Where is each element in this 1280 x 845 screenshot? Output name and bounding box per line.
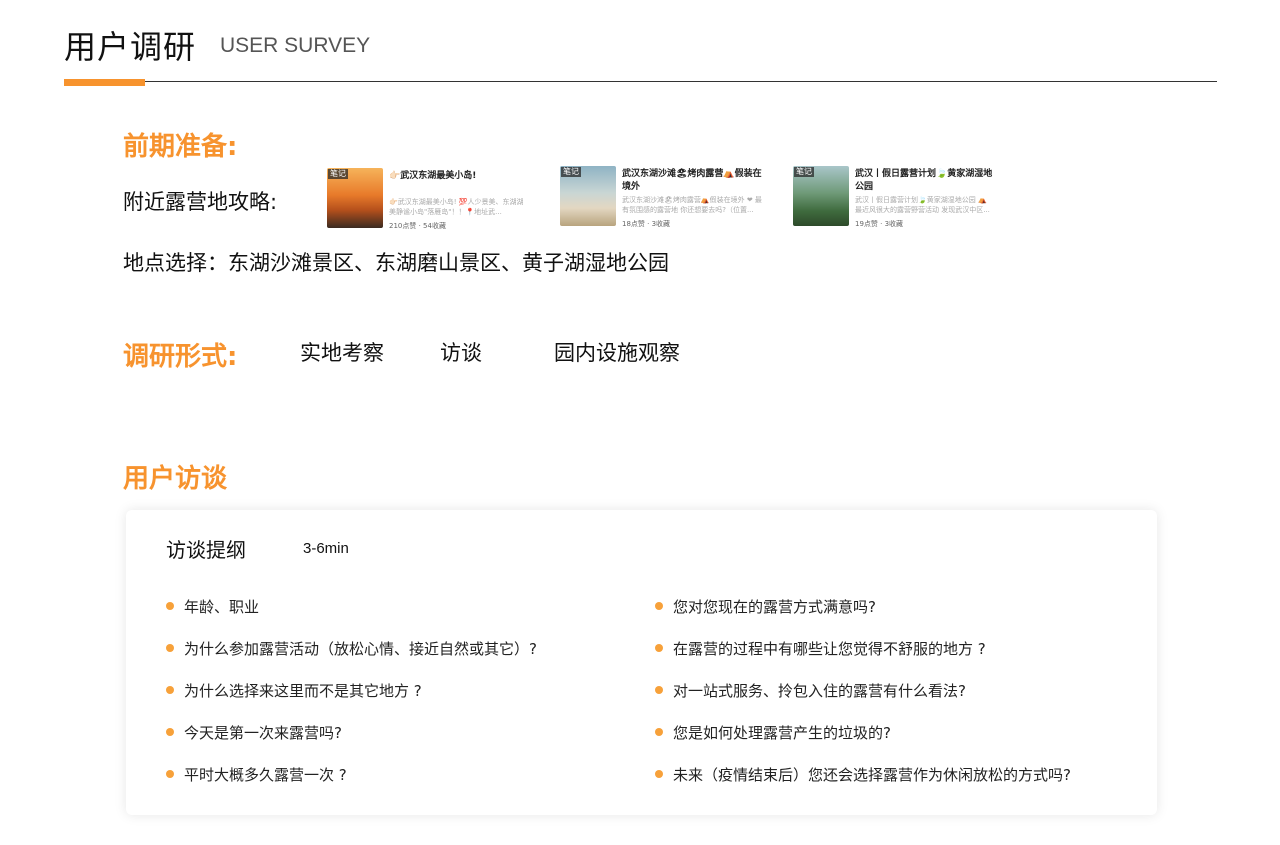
outline-duration: 3-6min	[303, 540, 349, 557]
note-stats: 210点赞 · 54收藏	[389, 222, 446, 230]
note-card[interactable]: 笔记 武汉东湖沙滩🏖烤肉露营⛺假装在境外 武汉东湖沙滩🏖烤肉露营⛺假装在境外 ❤…	[560, 166, 790, 230]
bullet-dot	[655, 686, 663, 694]
question-item: 今天是第一次来露营吗?	[166, 722, 342, 743]
question-text: 未来（疫情结束后）您还会选择露营作为休闲放松的方式吗?	[673, 766, 1071, 784]
interview-outline-card: 访谈提纲 3-6min 年龄、职业 为什么参加露营活动（放松心情、接近自然或其它…	[126, 510, 1157, 815]
question-text: 平时大概多久露营一次 ?	[184, 766, 347, 784]
question-item: 年龄、职业	[166, 596, 260, 617]
method-item: 实地考察	[300, 341, 384, 365]
question-text: 为什么参加露营活动（放松心情、接近自然或其它）?	[184, 640, 537, 658]
note-description: 武汉东湖沙滩🏖烤肉露营⛺假装在境外 ❤ 最有氛围感的露营地 你还想要去吗?（位置…	[622, 196, 762, 214]
question-item: 在露营的过程中有哪些让您觉得不舒服的地方 ?	[655, 638, 986, 659]
bullet-dot	[655, 602, 663, 610]
question-text: 在露营的过程中有哪些让您觉得不舒服的地方 ?	[673, 640, 986, 658]
question-item: 为什么参加露营活动（放松心情、接近自然或其它）?	[166, 638, 537, 659]
outline-title: 访谈提纲	[166, 538, 246, 562]
question-text: 为什么选择来这里而不是其它地方 ?	[184, 682, 422, 700]
question-item: 未来（疫情结束后）您还会选择露营作为休闲放松的方式吗?	[655, 764, 1071, 785]
bullet-dot	[655, 728, 663, 736]
bullet-dot	[655, 770, 663, 778]
note-stats: 18点赞 · 3收藏	[622, 220, 671, 228]
bullet-dot	[655, 644, 663, 652]
question-text: 年龄、职业	[184, 598, 260, 616]
note-card[interactable]: 笔记 武汉丨假日露营计划🍃黄家湖湿地公园 武汉丨假日露营计划🍃黄家湖湿地公园 ⛺…	[793, 166, 1023, 230]
guides-label: 附近露营地攻略:	[123, 190, 278, 214]
header-accent-bar	[64, 79, 145, 86]
page-title: 用户调研	[64, 28, 197, 66]
question-text: 今天是第一次来露营吗?	[184, 724, 342, 742]
question-item: 您是如何处理露营产生的垃圾的?	[655, 722, 891, 743]
location-selection: 地点选择：东湖沙滩景区、东湖磨山景区、黄子湖湿地公园	[123, 251, 669, 275]
question-item: 对一站式服务、拎包入住的露营有什么看法?	[655, 680, 966, 701]
note-tag: 笔记	[794, 167, 814, 177]
method-item: 园内设施观察	[554, 341, 680, 365]
bullet-dot	[166, 728, 174, 736]
question-text: 对一站式服务、拎包入住的露营有什么看法?	[673, 682, 966, 700]
note-thumbnail: 笔记	[793, 166, 849, 226]
bullet-dot	[166, 686, 174, 694]
question-text: 您是如何处理露营产生的垃圾的?	[673, 724, 891, 742]
note-title: 武汉东湖沙滩🏖烤肉露营⛺假装在境外	[622, 169, 762, 192]
question-text: 您对您现在的露营方式满意吗?	[673, 598, 876, 616]
interview-heading: 用户访谈	[123, 464, 228, 494]
method-item: 访谈	[440, 341, 482, 365]
note-description: 👉🏻武汉东湖最美小岛! 💯人少景美、东湖湖美静谧小岛"落雁岛"！！📍地址武...	[389, 198, 524, 216]
bullet-dot	[166, 602, 174, 610]
note-title: 👉🏻武汉东湖最美小岛!	[389, 171, 477, 181]
note-stats: 19点赞 · 3收藏	[855, 220, 904, 228]
note-title: 武汉丨假日露营计划🍃黄家湖湿地公园	[855, 169, 993, 192]
page-subtitle: USER SURVEY	[220, 34, 371, 57]
header-divider	[64, 81, 1217, 82]
note-card[interactable]: 笔记 👉🏻武汉东湖最美小岛! 👉🏻武汉东湖最美小岛! 💯人少景美、东湖湖美静谧小…	[327, 168, 557, 232]
note-tag: 笔记	[328, 169, 348, 179]
bullet-dot	[166, 644, 174, 652]
note-thumbnail: 笔记	[327, 168, 383, 228]
note-thumbnail: 笔记	[560, 166, 616, 226]
bullet-dot	[166, 770, 174, 778]
note-tag: 笔记	[561, 167, 581, 177]
methods-heading: 调研形式:	[123, 342, 238, 372]
prep-heading: 前期准备:	[123, 132, 238, 162]
question-item: 为什么选择来这里而不是其它地方 ?	[166, 680, 422, 701]
question-item: 您对您现在的露营方式满意吗?	[655, 596, 876, 617]
question-item: 平时大概多久露营一次 ?	[166, 764, 347, 785]
note-description: 武汉丨假日露营计划🍃黄家湖湿地公园 ⛺ 最近风很大的露营野营活动 发现武汉中区.…	[855, 196, 990, 214]
